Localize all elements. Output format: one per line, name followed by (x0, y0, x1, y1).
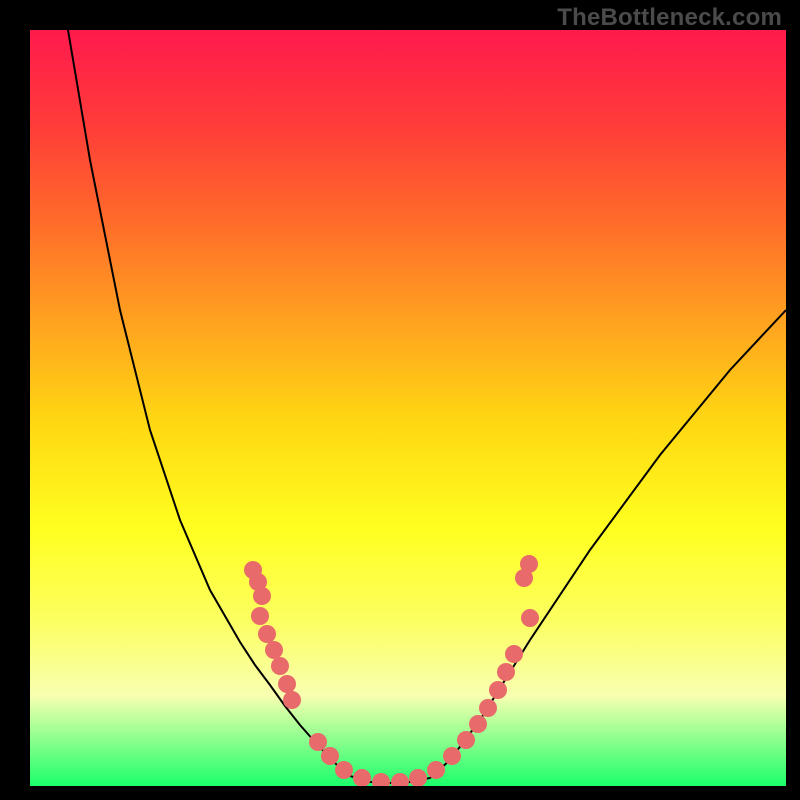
data-point (457, 731, 475, 749)
bottleneck-curve (68, 30, 786, 783)
plot-area (30, 30, 786, 786)
data-point (258, 625, 276, 643)
data-point (489, 681, 507, 699)
data-point (505, 645, 523, 663)
data-point (278, 675, 296, 693)
data-point (251, 607, 269, 625)
data-point (469, 715, 487, 733)
data-point (335, 761, 353, 779)
data-point (372, 773, 390, 786)
chart-frame: TheBottleneck.com (0, 0, 800, 800)
data-point (409, 769, 427, 786)
data-point (443, 747, 461, 765)
data-point (427, 761, 445, 779)
data-point (497, 663, 515, 681)
data-point (391, 773, 409, 786)
data-point (271, 657, 289, 675)
chart-svg (30, 30, 786, 786)
data-point (520, 555, 538, 573)
data-point (283, 691, 301, 709)
data-point (521, 609, 539, 627)
watermark-text: TheBottleneck.com (557, 4, 782, 32)
data-point (253, 587, 271, 605)
data-point (479, 699, 497, 717)
data-point (309, 733, 327, 751)
data-point (321, 747, 339, 765)
data-point (353, 769, 371, 786)
data-points (244, 555, 539, 786)
data-point (265, 641, 283, 659)
